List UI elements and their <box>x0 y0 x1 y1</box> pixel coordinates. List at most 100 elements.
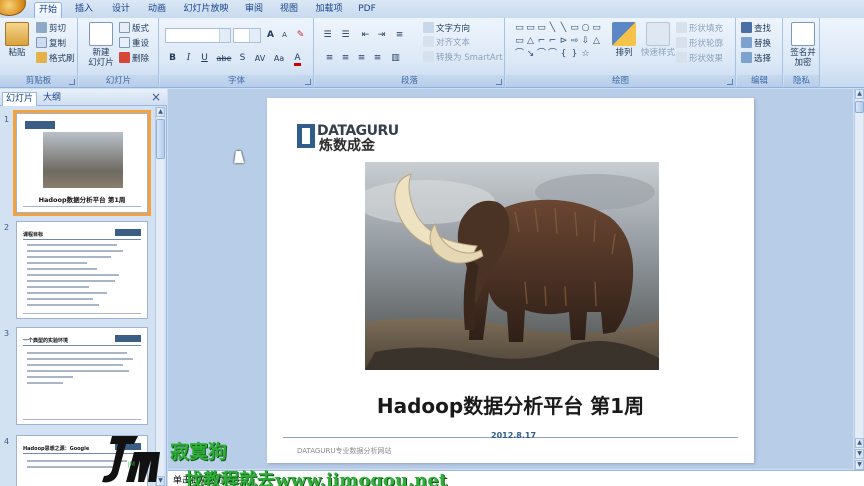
privacy-group-label: 隐私 <box>784 75 819 87</box>
shape-option-icon[interactable]: ☆ <box>580 49 591 59</box>
increase-indent-icon[interactable]: ⇥ <box>375 29 388 42</box>
shape-option-icon[interactable]: ⌒ <box>514 49 525 59</box>
shape-option-icon[interactable]: ╲ <box>558 23 569 33</box>
shape-fill-button[interactable]: 形状填充 <box>676 22 723 36</box>
font-launcher-icon[interactable] <box>305 79 311 85</box>
layout-button[interactable]: 版式 <box>119 22 149 36</box>
find-button[interactable]: 查找 <box>741 22 771 36</box>
font-size-combo[interactable] <box>233 28 261 43</box>
shape-option-icon[interactable]: △ <box>525 36 536 46</box>
slide-title[interactable]: Hadoop数据分析平台 第1周 <box>267 390 754 419</box>
shape-option-icon[interactable]: ⇨ <box>569 36 580 46</box>
tab-pdf[interactable]: PDF <box>355 2 379 18</box>
quick-styles-button[interactable]: 快速样式 <box>640 22 676 58</box>
next-slide-icon[interactable]: ▼ <box>855 449 864 459</box>
columns-icon[interactable]: ▥ <box>389 52 402 65</box>
shadow-button[interactable]: S <box>236 52 249 65</box>
format-painter-button[interactable]: 格式刷 <box>36 52 75 66</box>
shape-option-icon[interactable]: ⌒ <box>536 49 547 59</box>
slides-pane-scrollbar[interactable]: ▲ ▼ <box>155 107 165 486</box>
shape-option-icon[interactable]: ▭ <box>569 23 580 33</box>
tab-outline[interactable]: 大纲 <box>40 92 64 106</box>
line-spacing-icon[interactable]: ≡ <box>393 29 406 42</box>
bold-button[interactable]: B <box>166 52 179 65</box>
smartart-button[interactable]: 转换为 SmartArt <box>423 51 503 65</box>
clear-format-icon[interactable]: ✎ <box>294 29 307 42</box>
strikethrough-button[interactable]: abe <box>215 52 233 65</box>
editor-scroll-thumb[interactable] <box>855 101 864 113</box>
shape-option-icon[interactable]: ▭ <box>514 23 525 33</box>
delete-slide-button[interactable]: 删除 <box>119 52 149 66</box>
change-case-button[interactable]: Aa <box>271 52 287 65</box>
shape-option-icon[interactable]: △ <box>591 36 602 46</box>
shape-option-icon[interactable]: ⌐ <box>536 36 547 46</box>
decrease-indent-icon[interactable]: ⇤ <box>359 29 372 42</box>
select-button[interactable]: 选择 <box>741 52 771 66</box>
tab-animations[interactable]: 动画 <box>143 2 171 18</box>
shape-option-icon[interactable]: ⌒ <box>547 49 558 59</box>
shape-effects-button[interactable]: 形状效果 <box>676 52 723 66</box>
sign-encrypt-button[interactable]: 签名并 加密 <box>788 22 818 68</box>
tab-addins[interactable]: 加载项 <box>312 2 346 18</box>
editor-scroll-down-icon[interactable]: ▼ <box>855 460 864 470</box>
arrange-button[interactable]: 排列 <box>610 22 638 58</box>
office-button[interactable] <box>0 0 26 16</box>
shape-option-icon[interactable]: ⌐ <box>547 36 558 46</box>
numbering-icon[interactable]: ☰ <box>339 29 352 42</box>
tab-design[interactable]: 设计 <box>107 2 135 18</box>
shape-option-icon[interactable]: ⊳ <box>558 36 569 46</box>
font-name-combo[interactable] <box>165 28 231 43</box>
shape-option-icon[interactable]: ▭ <box>591 23 602 33</box>
shape-option-icon[interactable]: { <box>558 49 569 59</box>
scroll-up-icon[interactable]: ▲ <box>156 107 165 117</box>
char-spacing-button[interactable]: AV <box>252 52 268 65</box>
shape-outline-button[interactable]: 形状轮廓 <box>676 37 723 51</box>
paste-button[interactable]: 粘贴 <box>4 22 30 58</box>
shape-option-icon[interactable]: ○ <box>580 23 591 33</box>
paragraph-launcher-icon[interactable] <box>496 79 502 85</box>
align-center-icon[interactable]: ≡ <box>339 52 352 65</box>
drawing-launcher-icon[interactable] <box>727 79 733 85</box>
shrink-font-button[interactable]: A <box>278 29 291 42</box>
clipboard-launcher-icon[interactable] <box>69 79 75 85</box>
shape-option-icon[interactable]: ▭ <box>525 23 536 33</box>
editor-scroll-up-icon[interactable]: ▲ <box>855 89 864 99</box>
current-slide[interactable]: DATAGURU 炼数成金 Hadoop数据分析平台 第1周 2012.8.17… <box>267 98 754 463</box>
justify-icon[interactable]: ≡ <box>371 52 384 65</box>
tab-slides[interactable]: 幻灯片 <box>2 92 38 106</box>
slide-thumbnail-2[interactable]: 课程目标 <box>16 221 148 319</box>
bullets-icon[interactable]: ☰ <box>321 29 334 42</box>
shape-option-icon[interactable]: } <box>569 49 580 59</box>
shapes-gallery[interactable]: ▭ ▭ ▭ ╲ ╲ ▭ ○ ▭ ▭ △ ⌐ ⌐ ⊳ ⇨ ⇩ △ ⌒ ↘ ⌒ ⌒{} ☆ <box>514 23 606 69</box>
slide-thumbnail-3[interactable]: 一个典型的实验环境 <box>16 327 148 425</box>
text-direction-button[interactable]: 文字方向 <box>423 22 470 36</box>
shape-option-icon[interactable]: ⇩ <box>580 36 591 46</box>
shape-option-icon[interactable]: ▭ <box>514 36 525 46</box>
shape-option-icon[interactable]: ▭ <box>536 23 547 33</box>
cut-button[interactable]: 剪切 <box>36 22 66 36</box>
replace-button[interactable]: 替换 <box>741 37 771 51</box>
font-color-button[interactable]: A <box>291 52 304 66</box>
mammoth-image[interactable] <box>365 162 659 370</box>
new-slide-button[interactable]: 新建 幻灯片 <box>83 22 119 68</box>
tab-view[interactable]: 视图 <box>275 2 303 18</box>
tab-home[interactable]: 开始 <box>34 2 62 18</box>
reset-button[interactable]: 重设 <box>119 37 149 51</box>
tab-slideshow[interactable]: 幻灯片放映 <box>180 2 232 18</box>
grow-font-button[interactable]: A <box>264 29 277 42</box>
shape-option-icon[interactable]: ↘ <box>525 49 536 59</box>
scroll-thumb[interactable] <box>156 119 165 159</box>
copy-button[interactable]: 复制 <box>36 37 66 51</box>
tab-insert[interactable]: 插入 <box>70 2 98 18</box>
close-pane-icon[interactable]: × <box>151 91 161 103</box>
italic-button[interactable]: I <box>182 52 195 65</box>
shape-option-icon[interactable]: ╲ <box>547 23 558 33</box>
align-left-icon[interactable]: ≡ <box>323 52 336 65</box>
slide-thumbnail-1[interactable]: Hadoop数据分析平台 第1周 <box>13 110 151 216</box>
tab-review[interactable]: 审阅 <box>240 2 268 18</box>
underline-button[interactable]: U <box>198 52 211 65</box>
align-text-button[interactable]: 对齐文本 <box>423 36 470 50</box>
align-right-icon[interactable]: ≡ <box>355 52 368 65</box>
prev-slide-icon[interactable]: ▲ <box>855 438 864 448</box>
editor-scrollbar[interactable]: ▲ ▲ ▼ ▼ <box>854 89 864 470</box>
